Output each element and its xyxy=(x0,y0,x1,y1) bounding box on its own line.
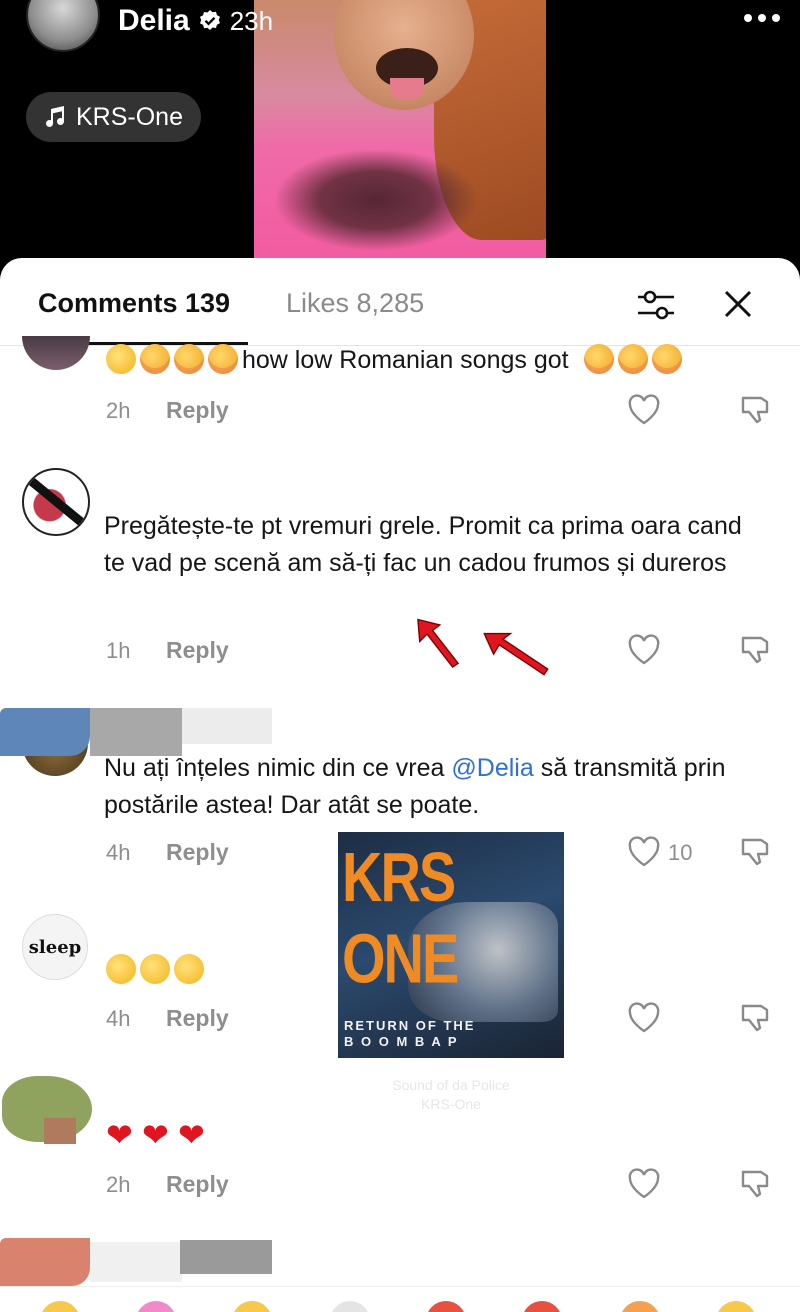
comment-body: Nu ați înțeles nimic din ce vrea xyxy=(104,754,445,782)
quick-emoji-icon[interactable] xyxy=(426,1301,466,1312)
comment-time: 4h xyxy=(106,1006,131,1031)
comment-time: 2h xyxy=(106,1172,131,1197)
comment-text: Nu ați înțeles nimic din ce vrea @Delia … xyxy=(104,750,784,824)
story-header: Delia 23h KRS-One xyxy=(0,0,800,270)
redacted-name xyxy=(182,708,272,744)
album-subtitle-line: B O O M B A P xyxy=(344,1034,459,1049)
shocked-emoji-icon xyxy=(208,344,238,374)
comments-sheet: Comments 139 Likes 8,285 how low Romania… xyxy=(0,258,800,1312)
comment-text: how low Romanian songs got xyxy=(106,342,776,379)
dislike-icon[interactable] xyxy=(739,632,773,666)
comment-time: 4h xyxy=(106,840,131,865)
tab-comments[interactable]: Comments 139 xyxy=(38,288,230,319)
commenter-avatar[interactable] xyxy=(22,468,90,536)
redacted-name xyxy=(0,1238,90,1286)
comment-body: Pregătește-te pt vremuri grele. Promit c… xyxy=(104,512,742,577)
comment-text xyxy=(106,952,208,989)
post-time: 23h xyxy=(229,5,274,36)
comments-tabs: Comments 139 Likes 8,285 xyxy=(0,258,800,346)
redacted-name xyxy=(0,708,90,756)
flushed-emoji-icon xyxy=(583,344,614,374)
heart-icon[interactable] xyxy=(627,836,661,868)
quick-emoji-icon[interactable] xyxy=(620,1301,660,1312)
quick-emoji-icon[interactable] xyxy=(522,1301,562,1312)
music-pill[interactable]: KRS-One xyxy=(26,92,201,142)
redacted-name xyxy=(90,708,182,756)
track-title: Sound of da Police xyxy=(392,1077,510,1093)
redacted-name xyxy=(180,1240,272,1274)
commenter-avatar[interactable] xyxy=(22,336,90,370)
flushed-emoji-icon xyxy=(617,344,648,374)
album-cover[interactable]: KRS ONE RETURN OF THE B O O M B A P xyxy=(338,832,564,1058)
comment-text: Pregătește-te pt vremuri grele. Promit c… xyxy=(104,508,744,582)
emoji-quick-bar xyxy=(0,1286,800,1312)
star-struck-emoji-icon xyxy=(174,954,204,984)
reply-button[interactable]: Reply xyxy=(166,397,229,424)
avatar-text: sleep xyxy=(28,936,82,958)
filter-icon[interactable] xyxy=(636,288,676,322)
dislike-icon[interactable] xyxy=(739,392,773,426)
avatar-slash-icon xyxy=(27,476,88,530)
tab-likes[interactable]: Likes 8,285 xyxy=(286,288,424,319)
album-title: KRS ONE xyxy=(342,837,459,998)
story-photo[interactable] xyxy=(254,0,546,270)
mention-link[interactable]: @Delia xyxy=(451,754,533,782)
heart-icon[interactable] xyxy=(627,1168,661,1200)
star-struck-emoji-icon xyxy=(140,954,170,984)
music-title: KRS-One xyxy=(76,102,183,131)
track-artist: KRS-One xyxy=(421,1096,481,1112)
shocked-emoji-icon xyxy=(140,344,170,374)
photo-sweater-print xyxy=(276,150,476,250)
dislike-icon[interactable] xyxy=(739,1000,773,1034)
music-note-icon xyxy=(46,106,64,127)
dislike-icon[interactable] xyxy=(739,834,773,868)
more-options-icon[interactable] xyxy=(744,14,780,22)
author-info: Delia 23h xyxy=(118,4,273,38)
commenter-avatar[interactable]: sleep xyxy=(22,914,88,980)
album-subtitle: RETURN OF THE B O O M B A P xyxy=(344,1018,475,1050)
reply-button[interactable]: Reply xyxy=(166,1005,229,1032)
heart-icon[interactable] xyxy=(627,634,661,666)
close-icon[interactable] xyxy=(720,286,756,322)
redacted-name xyxy=(44,1118,76,1144)
heart-icon[interactable] xyxy=(627,1002,661,1034)
quick-emoji-icon[interactable] xyxy=(136,1301,176,1312)
quick-emoji-icon[interactable] xyxy=(716,1301,756,1312)
author-name[interactable]: Delia xyxy=(118,4,190,38)
reply-button[interactable]: Reply xyxy=(166,839,229,866)
author-avatar[interactable] xyxy=(26,0,100,52)
red-arrow-icon xyxy=(483,632,549,676)
like-count: 10 xyxy=(668,840,693,865)
comment-time: 1h xyxy=(106,638,131,663)
flushed-emoji-icon xyxy=(651,344,682,374)
album-caption: Sound of da Police KRS-One xyxy=(338,1076,564,1114)
comment-time: 2h xyxy=(106,398,131,423)
dislike-icon[interactable] xyxy=(739,1166,773,1200)
red-arrow-icon xyxy=(417,618,460,668)
heart-emoji-icon: ❤ xyxy=(178,1117,205,1153)
reply-button[interactable]: Reply xyxy=(166,637,229,664)
heart-emoji-icon: ❤ xyxy=(106,1117,133,1153)
thinking-emoji-icon xyxy=(106,344,136,374)
photo-filter-tongue xyxy=(390,78,424,100)
reply-button[interactable]: Reply xyxy=(166,1171,229,1198)
comment-text: ❤ ❤ ❤ xyxy=(106,1116,214,1153)
heart-emoji-icon: ❤ xyxy=(142,1117,169,1153)
verified-icon xyxy=(199,10,220,30)
redacted-name xyxy=(90,1242,182,1282)
comment-body: how low Romanian songs got xyxy=(242,346,569,374)
heart-icon[interactable] xyxy=(627,394,661,426)
quick-emoji-icon[interactable] xyxy=(330,1301,370,1312)
quick-emoji-icon[interactable] xyxy=(232,1301,272,1312)
album-subtitle-line: RETURN OF THE xyxy=(344,1018,476,1033)
quick-emoji-icon[interactable] xyxy=(40,1301,80,1312)
star-struck-emoji-icon xyxy=(106,954,136,984)
shocked-emoji-icon xyxy=(174,344,204,374)
